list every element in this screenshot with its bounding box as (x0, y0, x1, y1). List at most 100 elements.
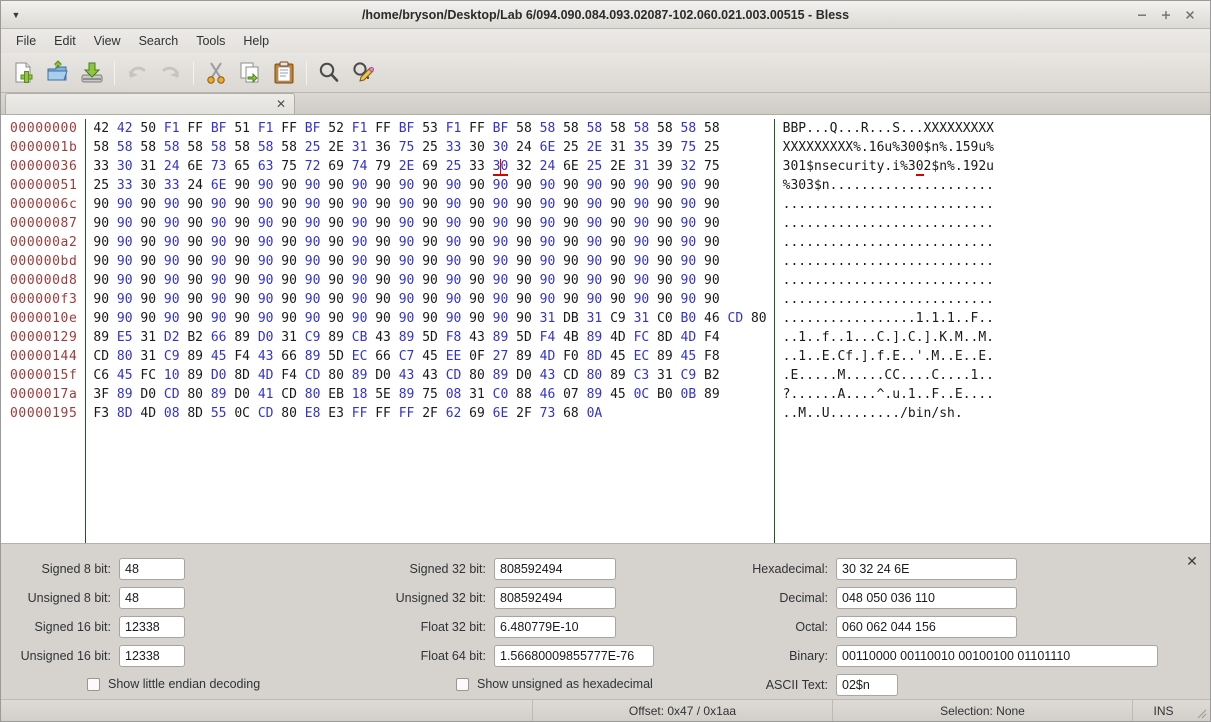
ascii-char[interactable]: . (986, 368, 994, 383)
hex-row[interactable]: 33 30 31 24 6E 73 65 63 75 72 69 74 79 2… (93, 157, 766, 176)
ascii-char[interactable]: . (900, 349, 908, 364)
ascii-char[interactable]: . (814, 330, 822, 345)
ascii-char[interactable]: . (814, 235, 822, 250)
hex-row[interactable]: F3 8D 4D 08 8D 55 0C CD 80 E8 E3 FF FF F… (93, 404, 766, 423)
hex-byte[interactable]: 90 (211, 311, 227, 326)
hex-byte[interactable]: 18 (352, 387, 368, 402)
ascii-column[interactable]: BBP...Q...R...S...XXXXXXXXX XXXXXXXXX%.16… (775, 119, 994, 543)
hex-byte[interactable]: 24 (187, 178, 203, 193)
menu-search[interactable]: Search (130, 32, 188, 50)
ascii-char[interactable]: . (939, 349, 947, 364)
ascii-char[interactable]: . (798, 387, 806, 402)
hex-byte[interactable]: 10 (164, 368, 180, 383)
hex-byte[interactable]: E8 (305, 406, 321, 421)
ascii-char[interactable]: . (806, 121, 814, 136)
hexadecimal-field[interactable]: 30 32 24 6E (836, 557, 1017, 580)
hex-byte[interactable]: 43 (399, 368, 415, 383)
hex-byte[interactable]: CD (164, 387, 180, 402)
decimal-field[interactable]: 048 050 036 110 (836, 586, 1017, 609)
hex-byte[interactable]: 73 (211, 159, 227, 174)
hex-byte[interactable]: 90 (493, 216, 509, 231)
hex-byte[interactable]: 25 (563, 140, 579, 155)
hex-byte[interactable]: 90 (93, 216, 109, 231)
hex-byte[interactable]: 3F (93, 387, 109, 402)
ascii-char[interactable]: . (986, 216, 994, 231)
hex-byte[interactable]: 90 (399, 235, 415, 250)
hex-byte[interactable]: 90 (211, 292, 227, 307)
hex-byte[interactable]: EB (328, 387, 344, 402)
ascii-char[interactable]: 1 (963, 159, 971, 174)
hex-byte[interactable]: 90 (399, 254, 415, 269)
hex-byte[interactable]: 42 (117, 121, 133, 136)
hex-byte[interactable]: 80 (328, 368, 344, 383)
hex-byte[interactable]: 89 (399, 387, 415, 402)
hex-byte[interactable]: 4D (610, 330, 626, 345)
hex-byte[interactable]: 69 (469, 406, 485, 421)
ascii-char[interactable]: . (900, 254, 908, 269)
hex-byte[interactable]: 90 (281, 311, 297, 326)
unsigned-16-bit-field[interactable]: 12338 (119, 644, 185, 667)
ascii-char[interactable]: . (947, 140, 955, 155)
hex-byte[interactable]: 45 (681, 349, 697, 364)
ascii-char[interactable]: . (806, 330, 814, 345)
ascii-row[interactable]: ........................... (783, 214, 994, 233)
hex-byte[interactable]: 90 (375, 235, 391, 250)
ascii-char[interactable]: . (853, 254, 861, 269)
hex-row[interactable]: CD 80 31 C9 89 45 F4 43 66 89 5D EC 66 C… (93, 347, 766, 366)
hex-byte[interactable]: 24 (516, 140, 532, 155)
hex-byte[interactable]: 2E (610, 159, 626, 174)
ascii-char[interactable]: . (892, 311, 900, 326)
hex-byte[interactable]: 31 (657, 368, 673, 383)
ascii-char[interactable]: . (853, 121, 861, 136)
hex-byte[interactable]: 45 (211, 349, 227, 364)
hex-byte[interactable]: 90 (493, 311, 509, 326)
unsigned-8-bit-field[interactable]: 48 (119, 586, 185, 609)
hex-byte[interactable]: 90 (540, 197, 556, 212)
ascii-char[interactable]: . (861, 387, 869, 402)
hex-byte[interactable]: 58 (681, 121, 697, 136)
ascii-char[interactable]: . (861, 216, 869, 231)
ascii-char[interactable]: 1 (845, 330, 853, 345)
hex-byte[interactable]: 90 (540, 292, 556, 307)
hex-byte[interactable]: 65 (234, 159, 250, 174)
hex-byte[interactable]: 90 (305, 254, 321, 269)
ascii-char[interactable]: . (814, 216, 822, 231)
ascii-char[interactable]: . (963, 330, 971, 345)
hex-byte[interactable]: 89 (234, 330, 250, 345)
hex-byte[interactable]: 90 (540, 178, 556, 193)
hex-byte[interactable]: 90 (516, 216, 532, 231)
hex-byte[interactable]: 8D (234, 368, 250, 383)
copy-button[interactable] (233, 56, 267, 90)
ascii-char[interactable]: t (869, 159, 877, 174)
hex-byte[interactable]: 90 (516, 235, 532, 250)
ascii-char[interactable]: i (861, 159, 869, 174)
ascii-char[interactable]: f (822, 330, 830, 345)
ascii-char[interactable]: . (806, 368, 814, 383)
ascii-char[interactable]: . (900, 235, 908, 250)
find-replace-button[interactable] (346, 56, 380, 90)
ascii-char[interactable]: . (978, 387, 986, 402)
ascii-char[interactable]: . (916, 330, 924, 345)
ascii-char[interactable]: . (861, 273, 869, 288)
little-endian-checkbox-row[interactable]: Show little endian decoding (1, 670, 346, 698)
hex-byte[interactable]: 4D (540, 349, 556, 364)
hex-byte[interactable]: 55 (211, 406, 227, 421)
hex-byte[interactable]: 5E (375, 387, 391, 402)
hex-byte[interactable]: E3 (328, 406, 344, 421)
hex-row[interactable]: 3F 89 D0 CD 80 89 D0 41 CD 80 EB 18 5E 8… (93, 385, 766, 404)
ascii-char[interactable]: . (814, 292, 822, 307)
hex-byte[interactable]: 90 (164, 216, 180, 231)
ascii-char[interactable]: % (947, 159, 955, 174)
ascii-char[interactable]: . (798, 368, 806, 383)
ascii-char[interactable]: 1 (869, 140, 877, 155)
hex-byte[interactable]: CD (728, 311, 744, 326)
hex-byte[interactable]: 90 (563, 254, 579, 269)
hex-byte[interactable]: 08 (446, 387, 462, 402)
hex-byte[interactable]: 90 (657, 235, 673, 250)
hex-byte[interactable]: 90 (187, 254, 203, 269)
hex-byte[interactable]: 90 (375, 216, 391, 231)
ascii-char[interactable]: . (798, 197, 806, 212)
hex-byte[interactable]: 66 (211, 330, 227, 345)
hex-byte[interactable]: 90 (469, 311, 485, 326)
ascii-char[interactable]: K (939, 330, 947, 345)
